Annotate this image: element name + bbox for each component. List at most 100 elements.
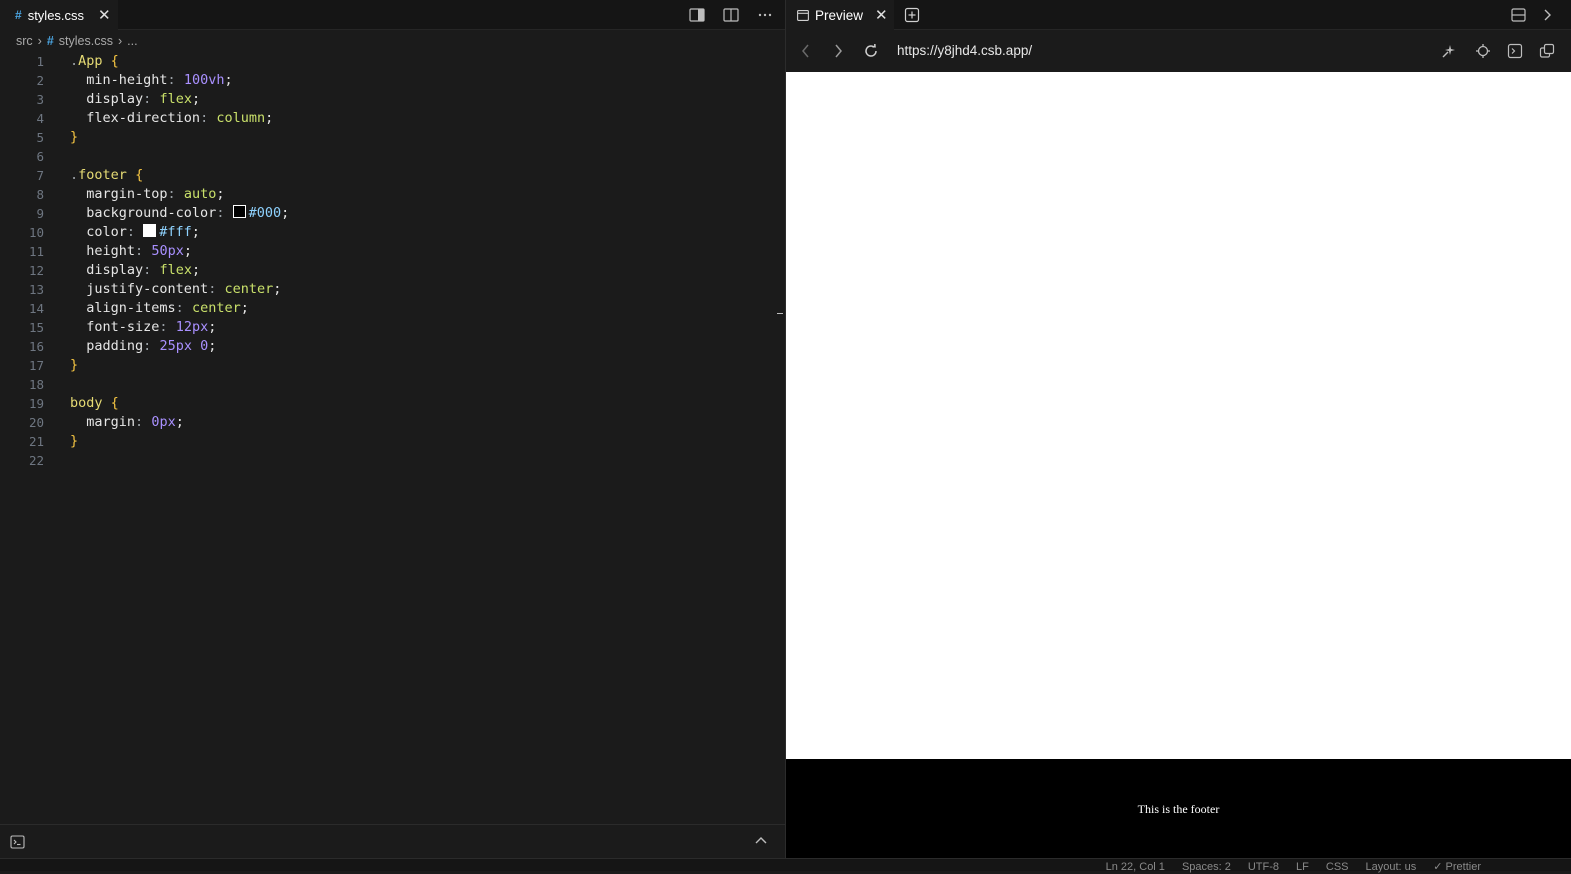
- line-number: 12: [28, 263, 44, 278]
- chevron-up-icon[interactable]: [754, 835, 768, 847]
- more-actions-icon[interactable]: [757, 8, 773, 22]
- forward-icon[interactable]: [833, 43, 843, 59]
- line-source: }: [70, 128, 78, 147]
- code-token: {: [110, 395, 119, 411]
- code-line[interactable]: 10 color: #fff;: [0, 223, 760, 242]
- code-line[interactable]: 11 height: 50px;: [0, 242, 760, 261]
- code-line[interactable]: 7 .footer {: [0, 166, 760, 185]
- code-token: ;: [216, 186, 225, 202]
- status-item[interactable]: Spaces: 2: [1182, 861, 1231, 874]
- status-item[interactable]: CSS: [1326, 861, 1349, 874]
- code-token: center: [224, 281, 274, 297]
- code-line[interactable]: 12 display: flex;: [0, 261, 760, 280]
- code-line[interactable]: 19 body {: [0, 394, 760, 413]
- back-icon[interactable]: [801, 43, 811, 59]
- code-line[interactable]: 18: [0, 375, 760, 394]
- code-token: :: [167, 186, 176, 202]
- line-number: 2: [36, 73, 44, 88]
- code-token: footer: [78, 167, 127, 183]
- url-field[interactable]: https://y8jhd4.csb.app/: [897, 43, 1032, 58]
- code-token: ;: [265, 110, 274, 126]
- close-icon[interactable]: ✕: [875, 6, 888, 24]
- code-token: justify-content: [86, 281, 209, 297]
- editor-tab-bar: # styles.css ✕: [0, 0, 785, 30]
- status-item[interactable]: ✓ Prettier: [1433, 861, 1481, 874]
- code-token: body: [70, 395, 103, 411]
- code-line[interactable]: 4 flex-direction: column;: [0, 109, 760, 128]
- code-line[interactable]: 22: [0, 451, 760, 470]
- sparkle-icon[interactable]: [1441, 43, 1457, 59]
- line-number: 20: [28, 415, 44, 430]
- code-line[interactable]: 5}: [0, 128, 760, 147]
- code-line[interactable]: 2 min-height: 100vh;: [0, 71, 760, 90]
- chevron-right-icon[interactable]: [1542, 8, 1552, 22]
- code-line[interactable]: 1 .App {: [0, 52, 760, 71]
- css-file-icon: #: [46, 34, 54, 48]
- code-token: :: [175, 300, 184, 316]
- code-line[interactable]: 6: [0, 147, 760, 166]
- line-number: 8: [36, 187, 44, 202]
- code-token: flex: [159, 91, 192, 107]
- tab-styles-css[interactable]: # styles.css ✕: [0, 0, 118, 30]
- tab-preview[interactable]: Preview ✕: [786, 0, 894, 30]
- code-token: .: [70, 53, 79, 69]
- line-number: 5: [36, 130, 44, 145]
- terminal-icon[interactable]: [10, 835, 25, 849]
- line-source: color: #fff;: [70, 223, 200, 242]
- code-line[interactable]: 20 margin: 0px;: [0, 413, 760, 432]
- status-item[interactable]: UTF-8: [1248, 861, 1279, 874]
- line-number: 10: [28, 225, 44, 240]
- code-line[interactable]: 9 background-color: #000;: [0, 204, 760, 223]
- code-line[interactable]: 17}: [0, 356, 760, 375]
- breadcrumb-file[interactable]: styles.css: [59, 34, 113, 48]
- breadcrumb-symbols[interactable]: ...: [127, 34, 137, 48]
- code-token: :: [159, 319, 168, 335]
- color-swatch[interactable]: [143, 224, 157, 237]
- status-item[interactable]: Ln 22, Col 1: [1106, 861, 1165, 874]
- console-icon[interactable]: [1507, 43, 1523, 59]
- code-token: #fff: [159, 224, 192, 240]
- code-line[interactable]: 3 display: flex;: [0, 90, 760, 109]
- line-number: 1: [36, 54, 44, 69]
- layout-icon[interactable]: [1511, 8, 1526, 22]
- code-line[interactable]: 16 padding: 25px 0;: [0, 337, 760, 356]
- code-line[interactable]: 21}: [0, 432, 760, 451]
- line-number: 18: [28, 377, 44, 392]
- code-token: flex-direction: [86, 110, 201, 126]
- code-token: :: [167, 72, 176, 88]
- status-item[interactable]: Layout: us: [1366, 861, 1417, 874]
- code-line[interactable]: 14 align-items: center;: [0, 299, 760, 318]
- code-token: }: [70, 357, 79, 373]
- close-icon[interactable]: ✕: [98, 6, 111, 24]
- crosshair-icon[interactable]: [1475, 43, 1491, 59]
- status-items: Ln 22, Col 1 Spaces: 2 UTF-8 LF CSS Layout: u…: [1106, 861, 1481, 874]
- code-line[interactable]: 8 margin-top: auto;: [0, 185, 760, 204]
- color-swatch[interactable]: [232, 205, 246, 218]
- code-line[interactable]: 13 justify-content: center;: [0, 280, 760, 299]
- scrollbar-marker: [777, 313, 783, 314]
- open-in-new-window-icon[interactable]: [1539, 43, 1555, 59]
- refresh-icon[interactable]: [863, 43, 879, 59]
- toggle-sidebar-icon[interactable]: [689, 8, 705, 22]
- status-item[interactable]: LF: [1296, 861, 1309, 874]
- breadcrumb: src › # styles.css › ...: [16, 33, 138, 49]
- code-token: {: [135, 167, 144, 183]
- code-token: .: [70, 167, 79, 183]
- split-editor-icon[interactable]: [723, 8, 739, 22]
- line-number: 11: [28, 244, 44, 259]
- breadcrumb-folder[interactable]: src: [16, 34, 33, 48]
- new-tab-icon[interactable]: [904, 7, 920, 23]
- code-token: 50px: [151, 243, 184, 259]
- code-token: 100vh: [183, 72, 225, 88]
- chevron-right-icon: ›: [37, 34, 42, 48]
- line-source: flex-direction: column;: [70, 109, 273, 128]
- code-line[interactable]: 15 font-size: 12px;: [0, 318, 760, 337]
